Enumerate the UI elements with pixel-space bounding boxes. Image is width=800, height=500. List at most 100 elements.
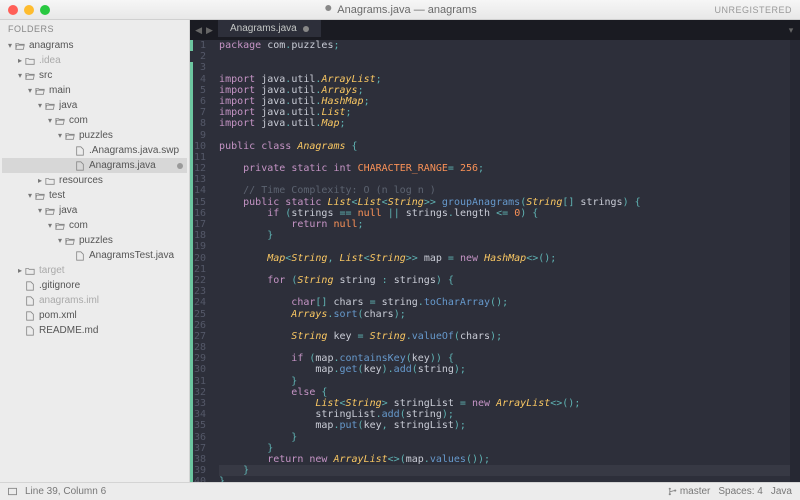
disclosure-triangle-icon[interactable]: ▾ [26, 191, 34, 200]
editor-tab[interactable]: Anagrams.java [218, 20, 322, 37]
code-line[interactable]: package com.puzzles; [219, 40, 790, 51]
line-number[interactable]: 2 [194, 51, 206, 62]
code-line[interactable]: if (map.containsKey(key)) { [219, 353, 790, 364]
line-number[interactable]: 8 [194, 118, 206, 129]
disclosure-triangle-icon[interactable]: ▸ [16, 266, 24, 275]
code-line[interactable]: private static int CHARACTER_RANGE= 256; [219, 163, 790, 174]
minimap-scrollbar[interactable] [790, 40, 800, 482]
disclosure-triangle-icon[interactable]: ▾ [36, 101, 44, 110]
line-number[interactable]: 21 [194, 264, 206, 275]
code-line[interactable]: String key = String.valueOf(chars); [219, 331, 790, 342]
tree-file[interactable]: .Anagrams.java.swp [2, 143, 187, 158]
tree-folder[interactable]: ▾src [2, 68, 187, 83]
window-close-button[interactable] [8, 5, 18, 15]
line-number-gutter[interactable]: 1234567891011121314151617181920212223242… [190, 40, 215, 482]
disclosure-triangle-icon[interactable]: ▾ [46, 221, 54, 230]
line-number[interactable]: 18 [194, 230, 206, 241]
code-line[interactable]: import java.util.HashMap; [219, 96, 790, 107]
tree-file[interactable]: Anagrams.java [2, 158, 187, 173]
tree-folder[interactable]: ▾com [2, 218, 187, 233]
code-line[interactable] [219, 264, 790, 275]
code-line[interactable] [219, 342, 790, 353]
line-number[interactable]: 10 [194, 141, 206, 152]
tree-folder[interactable]: ▾anagrams [2, 38, 187, 53]
line-number[interactable]: 7 [194, 107, 206, 118]
code-line[interactable]: if (strings == null || strings.length <=… [219, 208, 790, 219]
tab-overflow-button[interactable]: ▾ [782, 20, 800, 40]
code-line[interactable] [219, 174, 790, 185]
code-line[interactable]: public static List<List<String>> groupAn… [219, 197, 790, 208]
line-number[interactable]: 3 [194, 62, 206, 73]
chevron-left-icon[interactable]: ◀ [195, 25, 202, 36]
code-line[interactable]: char[] chars = string.toCharArray(); [219, 297, 790, 308]
tree-file[interactable]: anagrams.iml [2, 293, 187, 308]
tree-folder[interactable]: ▾main [2, 83, 187, 98]
tree-file[interactable]: pom.xml [2, 308, 187, 323]
code-line[interactable] [219, 241, 790, 252]
disclosure-triangle-icon[interactable]: ▾ [6, 41, 14, 50]
disclosure-triangle-icon[interactable]: ▾ [56, 131, 64, 140]
tree-folder[interactable]: ▾puzzles [2, 128, 187, 143]
line-number[interactable]: 16 [194, 208, 206, 219]
code-line[interactable] [219, 152, 790, 163]
status-cursor-position[interactable]: Line 39, Column 6 [25, 486, 106, 497]
line-number[interactable]: 1 [194, 40, 206, 51]
code-line[interactable]: // Time Complexity: O (n log n ) [219, 185, 790, 196]
tree-folder[interactable]: ▾puzzles [2, 233, 187, 248]
code-line[interactable]: for (String string : strings) { [219, 275, 790, 286]
tree-folder[interactable]: ▾com [2, 113, 187, 128]
tree-folder[interactable]: ▸resources [2, 173, 187, 188]
disclosure-triangle-icon[interactable]: ▾ [56, 236, 64, 245]
disclosure-triangle-icon[interactable]: ▸ [36, 176, 44, 185]
code-line[interactable]: import java.util.Arrays; [219, 85, 790, 96]
code-line[interactable]: } [219, 230, 790, 241]
line-number[interactable]: 36 [194, 432, 206, 443]
code-line[interactable]: stringList.add(string); [219, 409, 790, 420]
chevron-right-icon[interactable]: ▶ [206, 25, 213, 36]
code-line[interactable]: map.put(key, stringList); [219, 420, 790, 431]
line-number[interactable]: 4 [194, 74, 206, 85]
tree-folder[interactable]: ▾java [2, 203, 187, 218]
line-number[interactable]: 20 [194, 253, 206, 264]
line-number[interactable]: 12 [194, 163, 206, 174]
line-number[interactable]: 15 [194, 197, 206, 208]
code-line[interactable]: Map<String, List<String>> map = new Hash… [219, 253, 790, 264]
code-line[interactable]: import java.util.List; [219, 107, 790, 118]
status-console-icon[interactable] [8, 487, 17, 496]
code-line[interactable]: List<String> stringList = new ArrayList<… [219, 398, 790, 409]
tree-file[interactable]: README.md [2, 323, 187, 338]
code-line[interactable]: import java.util.ArrayList; [219, 74, 790, 85]
line-number[interactable]: 19 [194, 241, 206, 252]
tree-folder[interactable]: ▾test [2, 188, 187, 203]
code-line[interactable] [219, 62, 790, 73]
code-line[interactable]: } [219, 443, 790, 454]
line-number[interactable]: 6 [194, 96, 206, 107]
code-line[interactable]: map.get(key).add(string); [219, 364, 790, 375]
code-line[interactable]: } [219, 476, 790, 482]
window-minimize-button[interactable] [24, 5, 34, 15]
line-number[interactable]: 34 [194, 409, 206, 420]
line-number[interactable]: 31 [194, 376, 206, 387]
code-line[interactable]: else { [219, 387, 790, 398]
status-syntax[interactable]: Java [771, 486, 792, 497]
line-number[interactable]: 28 [194, 342, 206, 353]
code-line[interactable] [219, 320, 790, 331]
line-number[interactable]: 22 [194, 275, 206, 286]
code-line[interactable]: } [219, 376, 790, 387]
line-number[interactable]: 9 [194, 130, 206, 141]
line-number[interactable]: 11 [194, 152, 206, 163]
tree-file[interactable]: AnagramsTest.java [2, 248, 187, 263]
code-line[interactable]: return new ArrayList<>(map.values()); [219, 454, 790, 465]
line-number[interactable]: 32 [194, 387, 206, 398]
line-number[interactable]: 27 [194, 331, 206, 342]
disclosure-triangle-icon[interactable]: ▾ [26, 86, 34, 95]
line-number[interactable]: 24 [194, 297, 206, 308]
tab-history-nav[interactable]: ◀ ▶ [190, 20, 218, 40]
code-area[interactable]: package com.puzzles; import java.util.Arr… [215, 40, 790, 482]
code-line[interactable] [219, 51, 790, 62]
line-number[interactable]: 35 [194, 420, 206, 431]
tree-folder[interactable]: ▾java [2, 98, 187, 113]
line-number[interactable]: 40 [194, 476, 206, 482]
line-number[interactable]: 38 [194, 454, 206, 465]
tree-folder[interactable]: ▸.idea [2, 53, 187, 68]
